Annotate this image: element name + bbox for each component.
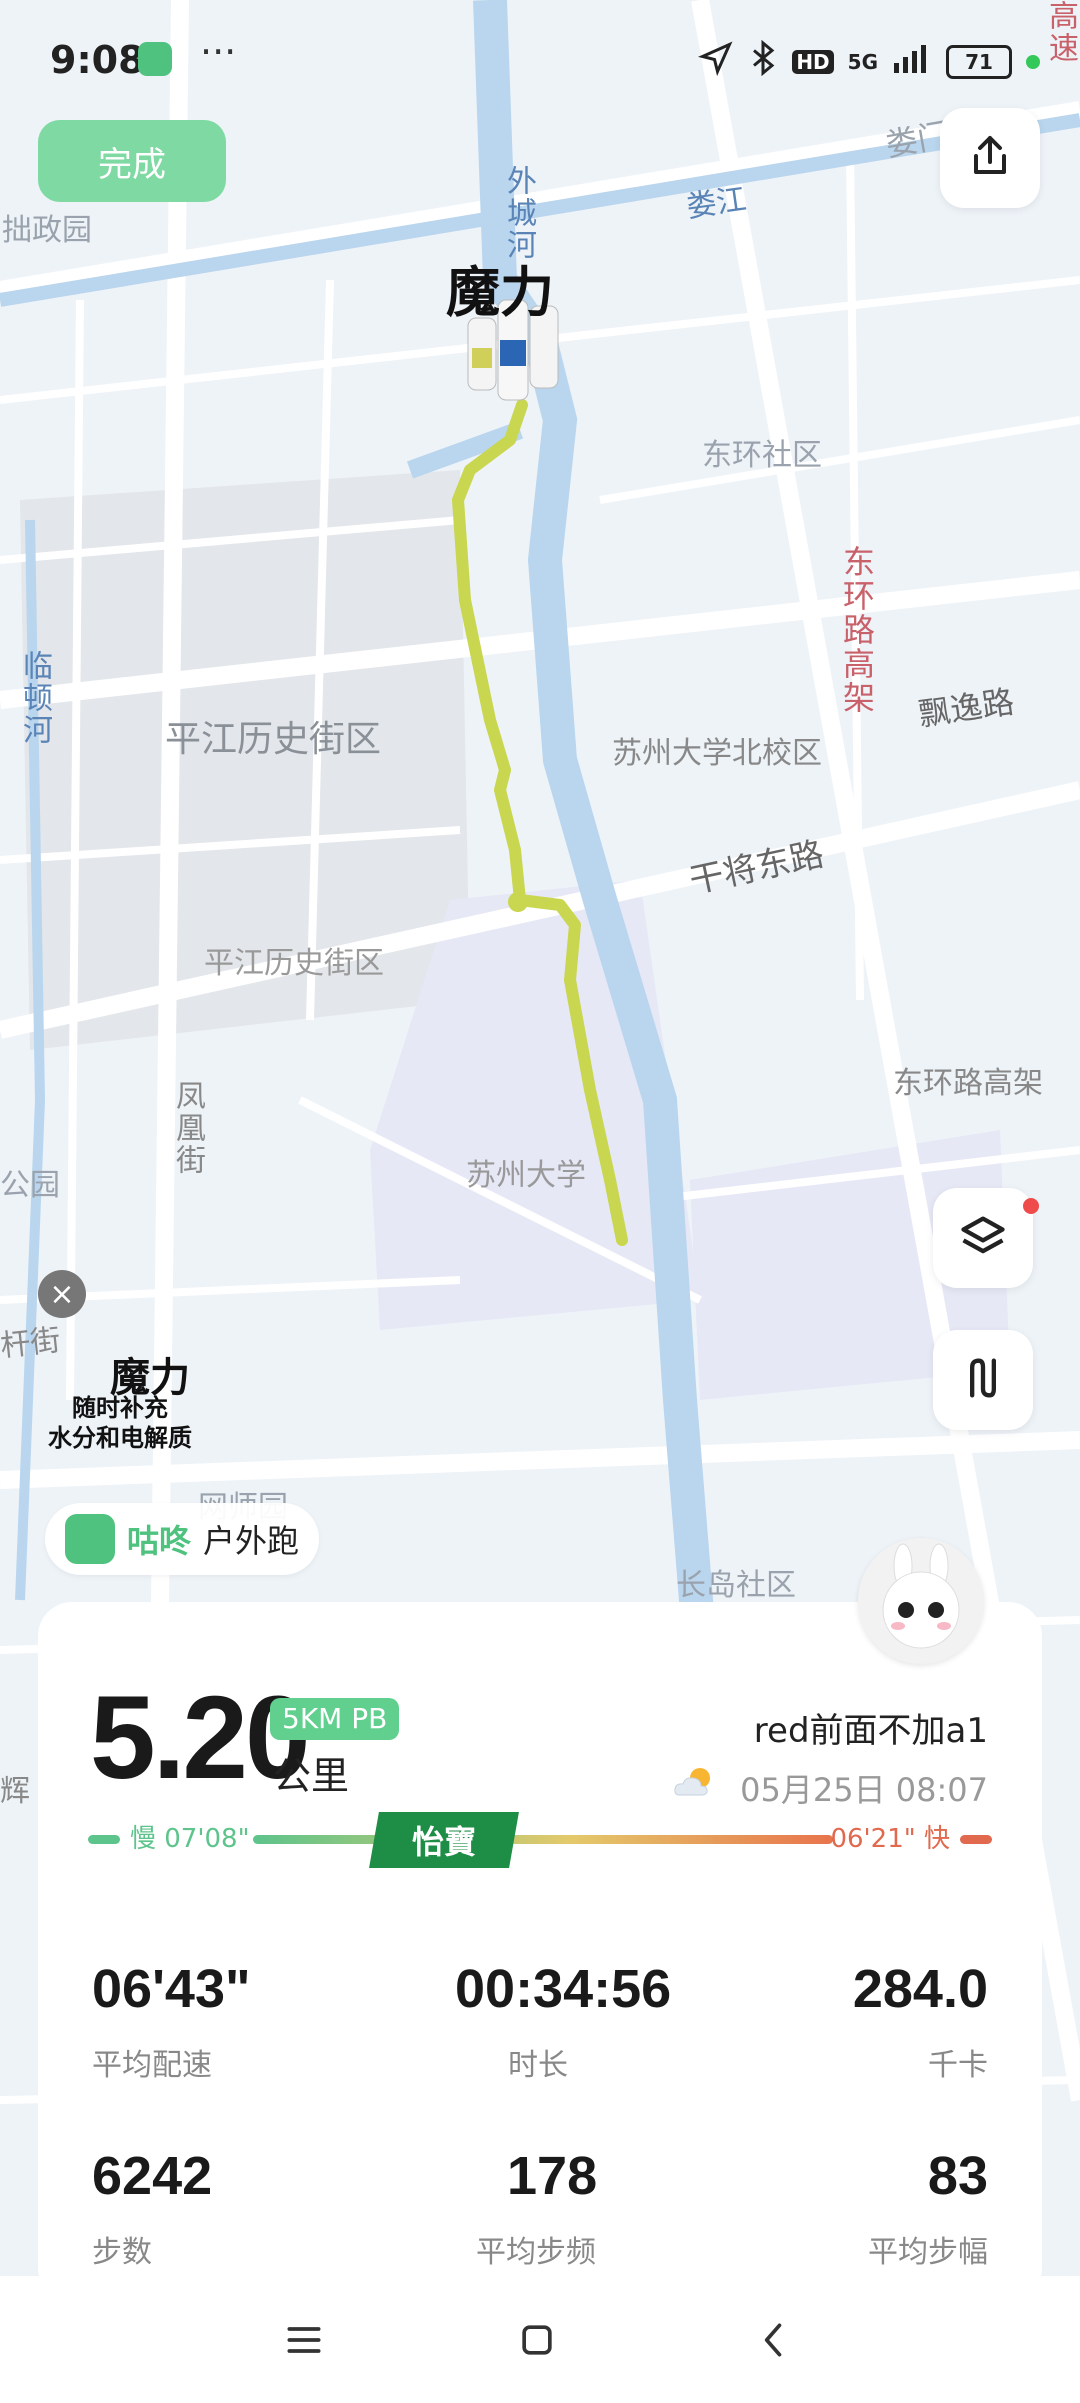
codoon-logo-icon [65, 1514, 115, 1564]
status-icons: HD 5G 71 [698, 39, 1040, 83]
pace-brand-label: 怡寶 [411, 1823, 476, 1861]
more-notifications: ··· [200, 30, 237, 74]
share-icon [966, 132, 1014, 184]
ad-close-button[interactable]: × [38, 1270, 86, 1318]
map-label-hui: 辉 [0, 1774, 30, 1809]
home-icon [522, 2325, 552, 2355]
map-label-suzhou-uni: 苏州大学 [466, 1158, 586, 1193]
privacy-dot [1026, 54, 1040, 69]
nav-menu-button[interactable] [282, 2318, 326, 2366]
layers-notification-dot [1023, 1198, 1039, 1214]
map-label-lindun: 临顿河 [17, 650, 52, 746]
location-icon [698, 40, 734, 83]
status-bar: 9:08 ··· HD 5G 71 [0, 0, 1080, 120]
status-time: 9:08 [50, 38, 145, 82]
nav-home-button[interactable] [515, 2318, 559, 2366]
map-label-pingjiang-2: 平江历史街区 [204, 946, 384, 981]
map-label-donghuan-gaojia: 东环路高架 [838, 545, 876, 715]
layers-icon [957, 1210, 1009, 1266]
weather-icon [672, 1765, 716, 1799]
stat-avg-pace-value: 06'43" [92, 1959, 251, 2019]
route-icon [957, 1352, 1009, 1408]
battery-indicator: 71 [946, 44, 1012, 79]
activity-badge: 咕咚 户外跑 [45, 1503, 320, 1575]
stat-stride-label: 平均步幅 [868, 2235, 988, 2270]
map-label-zhuozheng: 拙政园 [2, 213, 92, 248]
badge-brand: 咕咚 [127, 1522, 192, 1560]
pace-brand-badge: 怡寶 [369, 1812, 519, 1868]
route-marker-brand: 魔力 [446, 261, 554, 324]
stat-calories-value: 284.0 [852, 1959, 988, 2019]
network-type: 5G [847, 49, 878, 74]
stat-steps-value: 6242 [92, 2146, 213, 2206]
map-label-loujiang: 娄江 [684, 181, 749, 225]
route-toggle-button[interactable] [933, 1330, 1033, 1430]
hd-icon: HD [792, 49, 834, 74]
ad-line-2: 水分和电解质 [48, 1424, 192, 1452]
pace-slow: 慢 07'08" [130, 1824, 250, 1854]
map-label-jie: 杆街 [0, 1322, 63, 1365]
pace-gradient-bar [253, 1835, 833, 1844]
map-label-suzhou-north: 苏州大学北校区 [612, 736, 822, 771]
distance-unit: 公里 [273, 1754, 350, 1798]
map-label-changdao: 长岛社区 [676, 1568, 796, 1603]
stat-calories-label: 千卡 [928, 2048, 988, 2083]
map-label-donghuan-shequ: 东环社区 [702, 438, 822, 473]
run-datetime: 05月25日 08:07 [740, 1771, 988, 1809]
done-button[interactable]: 完成 [38, 120, 226, 202]
stat-duration-label: 时长 [508, 2048, 568, 2083]
back-icon [764, 2323, 782, 2357]
nav-back-button[interactable] [752, 2318, 796, 2366]
ad-line-1: 随时补充 [72, 1394, 168, 1422]
stat-cadence-label: 平均步频 [476, 2235, 596, 2270]
stat-duration-value: 00:34:56 [455, 1959, 672, 2019]
badge-activity-type: 户外跑 [203, 1522, 300, 1560]
bluetooth-icon [748, 39, 778, 83]
ad-text[interactable]: 随时补充 水分和电解质 [40, 1393, 200, 1453]
map-label-gongyuan: 公园 [0, 1168, 60, 1203]
map-label-fenghuang: 凤凰街 [170, 1080, 205, 1176]
share-button[interactable] [940, 108, 1040, 208]
stat-avg-pace-label: 平均配速 [92, 2048, 212, 2083]
app-notification-icon [138, 42, 172, 76]
map-label-donghuan-gaojia-2: 东环路高架 [893, 1066, 1043, 1101]
stat-steps-label: 步数 [92, 2235, 152, 2270]
stat-stride-value: 83 [927, 2146, 988, 2206]
map-layers-button[interactable] [933, 1188, 1033, 1288]
pace-fast: 06'21" 快 [830, 1824, 950, 1854]
pb-badge: 5KM PB [270, 1698, 400, 1740]
run-name: red前面不加a1 [753, 1711, 988, 1751]
menu-icon [287, 2327, 321, 2353]
stat-cadence-value: 178 [507, 2146, 598, 2206]
mascot-avatar[interactable] [858, 1538, 984, 1664]
signal-icon [892, 43, 932, 80]
map-label-pingjiang: 平江历史街区 [165, 719, 382, 760]
map-label-waicheng: 外城河 [501, 165, 536, 261]
pace-range: 慢 07'08" 06'21" 快 [88, 1814, 992, 1864]
